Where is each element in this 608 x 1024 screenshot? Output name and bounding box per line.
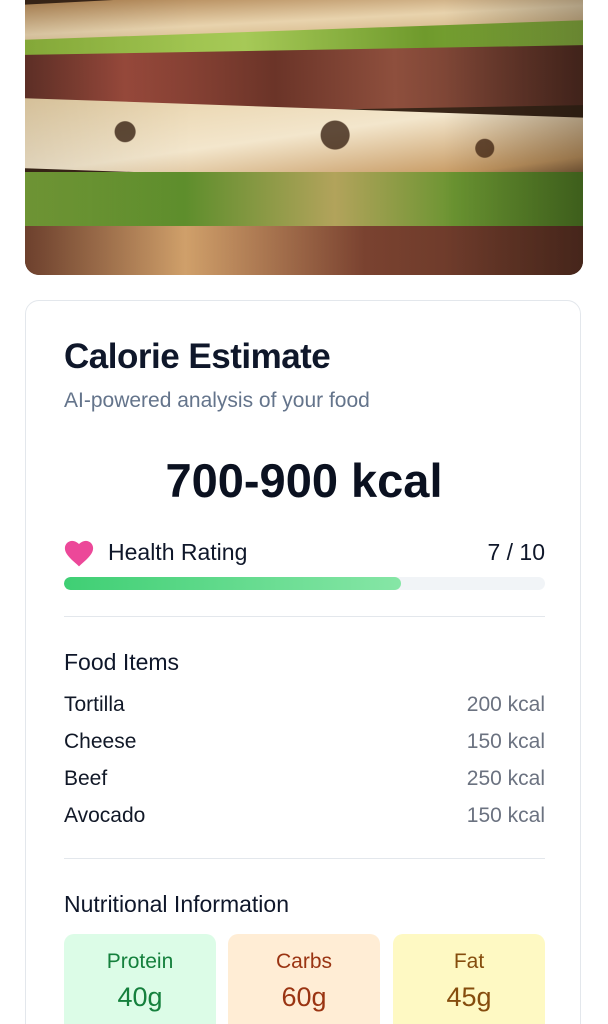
card-title: Calorie Estimate	[64, 337, 331, 376]
food-items-list: Tortilla 200 kcal Cheese 150 kcal Beef 2…	[64, 693, 545, 841]
health-rating-bar	[64, 577, 545, 590]
calorie-estimate-card: Calorie Estimate AI-powered analysis of …	[25, 300, 581, 1024]
fat-label: Fat	[453, 950, 485, 973]
food-item-calories: 150 kcal	[466, 804, 545, 827]
health-rating-bar-fill	[64, 577, 401, 590]
health-rating-row: Health Rating 7 / 10	[64, 537, 545, 569]
page: Calorie Estimate AI-powered analysis of …	[0, 0, 608, 1024]
carbs-box: Carbs 60g	[228, 934, 380, 1024]
calorie-range: 700-900 kcal	[165, 454, 443, 507]
protein-value: 40g	[117, 982, 163, 1012]
food-item-name: Beef	[64, 767, 108, 790]
carbs-value: 60g	[281, 982, 327, 1012]
food-item-calories: 250 kcal	[466, 767, 545, 790]
list-item: Cheese 150 kcal	[64, 730, 545, 767]
protein-label: Protein	[106, 950, 174, 973]
health-rating-label: Health Rating	[108, 539, 248, 565]
list-item: Avocado 150 kcal	[64, 804, 545, 841]
nutrition-grid: Protein 40g Carbs 60g Fat 45g	[64, 934, 545, 1024]
carbs-label: Carbs	[275, 950, 333, 973]
list-item: Beef 250 kcal	[64, 767, 545, 804]
food-item-name: Cheese	[64, 730, 137, 753]
food-item-calories: 150 kcal	[466, 730, 545, 753]
food-photo	[25, 0, 583, 275]
protein-box: Protein 40g	[64, 934, 216, 1024]
card-subtitle: AI-powered analysis of your food	[64, 389, 370, 412]
food-items-title: Food Items	[64, 649, 180, 675]
food-item-name: Tortilla	[64, 693, 125, 716]
food-item-calories: 200 kcal	[466, 693, 545, 716]
health-rating-score: 7 / 10	[487, 539, 545, 565]
food-item-name: Avocado	[64, 804, 146, 827]
divider	[64, 616, 545, 617]
heart-icon	[64, 540, 94, 567]
nutrition-title: Nutritional Information	[64, 891, 289, 917]
fat-box: Fat 45g	[393, 934, 545, 1024]
divider	[64, 858, 545, 859]
list-item: Tortilla 200 kcal	[64, 693, 545, 730]
fat-value: 45g	[446, 982, 492, 1012]
